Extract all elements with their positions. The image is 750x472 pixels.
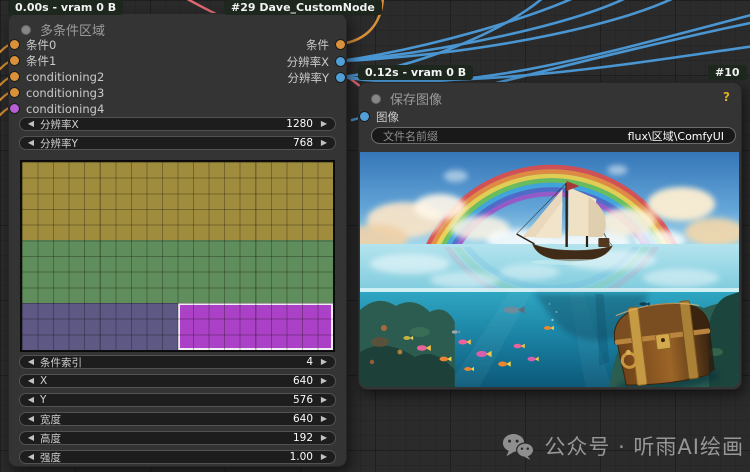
stepper-right-icon[interactable]: ▶ bbox=[318, 413, 330, 425]
collapse-dot-icon[interactable] bbox=[371, 93, 381, 104]
widget-value: 576 bbox=[292, 394, 313, 406]
stepper-left-icon[interactable]: ◀ bbox=[25, 356, 37, 368]
node-title: 保存图像 bbox=[390, 93, 443, 108]
stepper-right-icon[interactable]: ▶ bbox=[318, 356, 330, 368]
node-id-badge: #10 bbox=[708, 65, 747, 80]
output-slot-resolution-y[interactable]: 分辨率Y bbox=[287, 70, 345, 85]
input-label: conditioning2 bbox=[26, 69, 105, 84]
widget-value: 1.00 bbox=[289, 451, 313, 463]
input-port-icon[interactable] bbox=[10, 104, 19, 113]
stepper-left-icon[interactable]: ◀ bbox=[25, 137, 37, 149]
widget-value: 768 bbox=[292, 137, 313, 149]
stepper-right-icon[interactable]: ▶ bbox=[318, 394, 330, 406]
widget-condition-index[interactable]: ◀ 条件索引 4 ▶ bbox=[19, 355, 336, 369]
output-label: 分辨率X bbox=[286, 54, 329, 69]
input-label: 条件1 bbox=[26, 53, 57, 68]
stepper-right-icon[interactable]: ▶ bbox=[318, 451, 330, 463]
node-header: 保存图像 bbox=[371, 89, 729, 108]
region-rect[interactable] bbox=[22, 240, 333, 303]
input-label: 条件0 bbox=[26, 37, 57, 52]
widget-value: flux\区域\ComfyUI bbox=[627, 129, 724, 143]
input-port-icon[interactable] bbox=[10, 56, 19, 65]
widget-label: 条件索引 bbox=[40, 356, 82, 369]
widget-label: 分辨率Y bbox=[40, 137, 78, 150]
widget-label: 文件名前缀 bbox=[383, 129, 438, 143]
input-port-icon[interactable] bbox=[10, 40, 19, 49]
output-slot-conditioning[interactable]: 条件 bbox=[306, 37, 345, 52]
output-port-icon[interactable] bbox=[336, 73, 345, 82]
widget-label: Y bbox=[40, 394, 47, 406]
exec-time-badge-left: 0.00s - vram 0 B bbox=[8, 0, 124, 15]
watermark-text: 公众号 · 听雨AI绘画 bbox=[544, 435, 744, 459]
widget-value: 192 bbox=[292, 432, 313, 444]
stepper-right-icon[interactable]: ▶ bbox=[318, 432, 330, 444]
stepper-left-icon[interactable]: ◀ bbox=[25, 413, 37, 425]
stepper-left-icon[interactable]: ◀ bbox=[25, 451, 37, 463]
collapse-dot-icon[interactable] bbox=[21, 24, 31, 35]
exec-time-badge-right: 0.12s - vram 0 B bbox=[358, 65, 474, 80]
wechat-icon bbox=[503, 433, 535, 460]
output-slot-resolution-x[interactable]: 分辨率X bbox=[287, 54, 345, 69]
widget-resolution-x[interactable]: ◀ 分辨率X 1280 ▶ bbox=[19, 117, 336, 131]
widget-filename-prefix[interactable]: 文件名前缀 flux\区域\ComfyUI bbox=[371, 127, 736, 144]
input-slot-conditioning3[interactable]: conditioning3 bbox=[10, 85, 104, 100]
widget-width[interactable]: ◀ 宽度 640 ▶ bbox=[19, 412, 336, 426]
stepper-right-icon[interactable]: ▶ bbox=[318, 137, 330, 149]
input-port-icon[interactable] bbox=[10, 88, 19, 97]
stepper-left-icon[interactable]: ◀ bbox=[25, 375, 37, 387]
widget-height[interactable]: ◀ 高度 192 ▶ bbox=[19, 431, 336, 445]
output-label: 分辨率Y bbox=[287, 70, 329, 85]
region-rect[interactable] bbox=[22, 162, 333, 241]
region-rect-selected[interactable] bbox=[177, 303, 333, 350]
stepper-left-icon[interactable]: ◀ bbox=[25, 432, 37, 444]
input-port-icon[interactable] bbox=[360, 112, 369, 121]
region-preview-frame bbox=[20, 160, 335, 352]
output-label: 条件 bbox=[306, 37, 329, 52]
region-preview-canvas[interactable] bbox=[22, 162, 333, 350]
widget-x[interactable]: ◀ X 640 ▶ bbox=[19, 374, 336, 388]
multi-condition-region-node[interactable]: 多条件区域 条件0 条件1 conditioning2 conditioning… bbox=[8, 13, 347, 467]
input-label: 图像 bbox=[376, 109, 399, 124]
widget-value: 640 bbox=[292, 413, 313, 425]
preview-scene bbox=[360, 152, 739, 387]
input-slot-cond0[interactable]: 条件0 bbox=[10, 37, 56, 52]
node-graph-canvas[interactable]: 0.00s - vram 0 B #29 Dave_CustomNode 0.1… bbox=[0, 0, 750, 472]
save-image-node[interactable]: 保存图像 ? 图像 文件名前缀 flux\区域\ComfyUI bbox=[358, 82, 742, 390]
input-slot-image[interactable]: 图像 bbox=[360, 109, 399, 124]
widget-label: X bbox=[40, 375, 48, 387]
widget-value: 640 bbox=[292, 375, 313, 387]
input-slot-cond1[interactable]: 条件1 bbox=[10, 53, 56, 68]
widget-label: 强度 bbox=[40, 451, 61, 464]
custom-node-ref-badge: #29 Dave_CustomNode bbox=[224, 0, 382, 15]
widget-label: 宽度 bbox=[40, 413, 61, 426]
input-port-icon[interactable] bbox=[10, 72, 19, 81]
stepper-right-icon[interactable]: ▶ bbox=[318, 375, 330, 387]
watermark: 公众号 · 听雨AI绘画 bbox=[502, 431, 744, 461]
stepper-left-icon[interactable]: ◀ bbox=[25, 394, 37, 406]
image-preview[interactable] bbox=[360, 152, 739, 387]
input-slot-conditioning2[interactable]: conditioning2 bbox=[10, 69, 104, 84]
widget-label: 分辨率X bbox=[40, 118, 79, 131]
input-label: conditioning4 bbox=[26, 101, 105, 116]
widget-label: 高度 bbox=[40, 432, 61, 445]
widget-value: 4 bbox=[306, 356, 313, 368]
widget-y[interactable]: ◀ Y 576 ▶ bbox=[19, 393, 336, 407]
node-header: 多条件区域 bbox=[21, 20, 334, 39]
output-port-icon[interactable] bbox=[336, 57, 345, 66]
help-icon[interactable]: ? bbox=[723, 90, 730, 104]
widget-strength[interactable]: ◀ 强度 1.00 ▶ bbox=[19, 450, 336, 464]
widget-value: 1280 bbox=[286, 118, 313, 130]
output-port-icon[interactable] bbox=[336, 40, 345, 49]
input-label: conditioning3 bbox=[26, 85, 105, 100]
stepper-right-icon[interactable]: ▶ bbox=[318, 118, 330, 130]
stepper-left-icon[interactable]: ◀ bbox=[25, 118, 37, 130]
input-slot-conditioning4[interactable]: conditioning4 bbox=[10, 101, 104, 116]
widget-resolution-y[interactable]: ◀ 分辨率Y 768 ▶ bbox=[19, 136, 336, 150]
